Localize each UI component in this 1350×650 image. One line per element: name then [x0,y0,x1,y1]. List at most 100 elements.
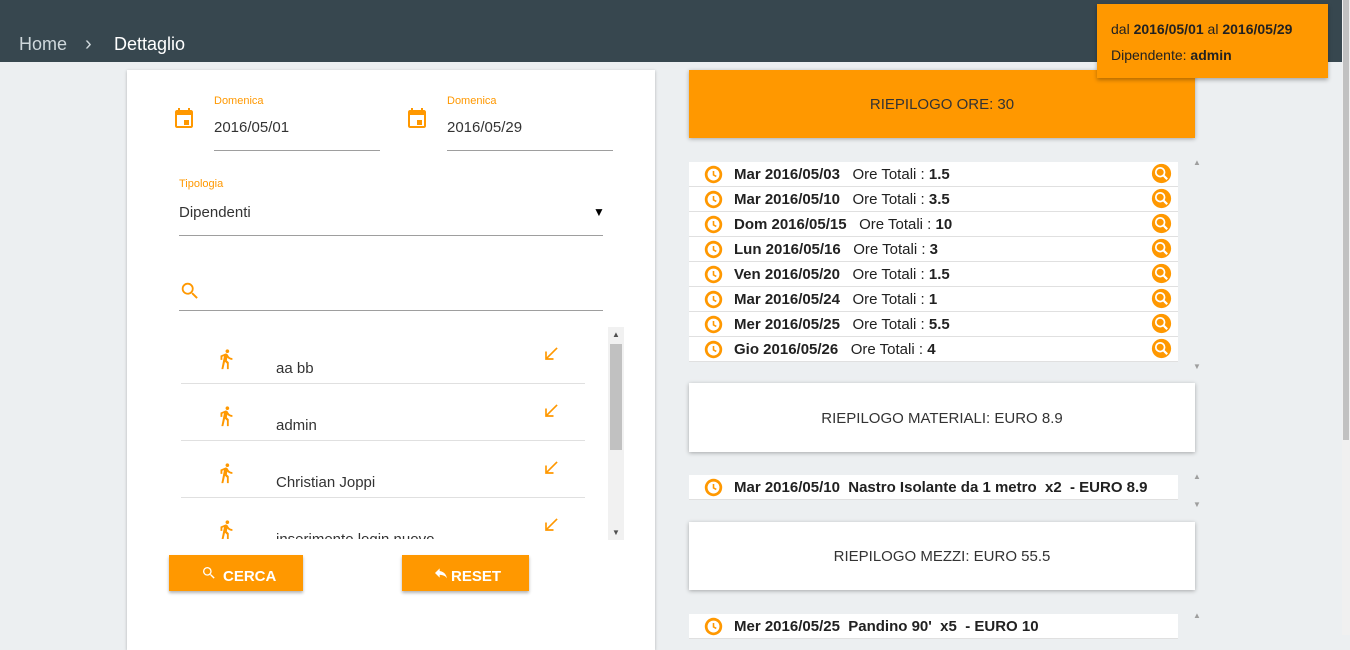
arrow-select-icon[interactable] [541,401,561,421]
search-button-label: CERCA [223,568,277,585]
dropdown-arrow-icon[interactable]: ▼ [593,205,605,219]
person-name: Christian Joppi [276,474,376,491]
vehicle-row[interactable]: Mer 2016/05/25 Pandino 90' x5 - EURO 10 [689,614,1178,639]
search-button[interactable]: CERCA [169,555,303,591]
scroll-up-icon[interactable]: ▲ [1193,472,1201,481]
end-date-value[interactable]: 2016/05/29 [447,119,522,136]
breadcrumb-current: Dettaglio [114,34,186,54]
employee-name: admin [1190,47,1232,63]
arrow-select-icon[interactable] [541,344,561,364]
zoom-in-icon[interactable] [1151,213,1172,234]
person-name: admin [276,417,317,434]
zoom-in-icon[interactable] [1151,338,1172,359]
hours-day: Mer 2016/05/25 [734,316,840,333]
hours-day: Mar 2016/05/03 [734,166,840,183]
clock-icon [704,165,723,184]
hours-day: Lun 2016/05/16 [734,241,841,258]
list-scrollbar[interactable]: ▲ ▼ [608,327,624,540]
zoom-in-icon[interactable] [1151,163,1172,184]
hours-summary-label: RIEPILOGO ORE: 30 [869,96,1015,113]
zoom-in-icon[interactable] [1151,238,1172,259]
reset-button[interactable]: RESET [402,555,529,591]
end-date-underline [447,150,613,151]
hours-day: Gio 2016/05/26 [734,341,839,358]
hours-value: 3 [929,241,939,258]
start-date-field[interactable]: Domenica 2016/05/01 [214,70,380,151]
clock-icon [704,240,723,259]
employee-line: Dipendente: admin [1111,47,1232,63]
zoom-in-icon[interactable] [1151,313,1172,334]
hours-label: Ore Totali : [853,241,930,258]
materials-summary-label: RIEPILOGO MATERIALI: EURO 8.9 [821,410,1063,427]
vehicle-text: Mer 2016/05/25 Pandino 90' x5 - EURO 10 [734,618,1039,635]
person-name: inserimento login nuovo [276,531,434,539]
to-date: 2016/05/29 [1222,21,1293,37]
to-prefix: al [1207,21,1219,37]
person-walking-icon [220,406,233,427]
tipologia-select[interactable]: Dipendenti [179,204,251,221]
search-icon [181,282,198,299]
hours-label: Ore Totali : [852,316,929,333]
hours-label: Ore Totali : [850,341,928,358]
scroll-up-icon[interactable]: ▲ [1193,611,1201,620]
breadcrumb-home[interactable]: Home [19,34,67,55]
material-row[interactable]: Mar 2016/05/10 Nastro Isolante da 1 metr… [689,475,1178,500]
list-item[interactable]: aa bb [181,326,585,384]
page-scrollbar[interactable] [1342,0,1350,635]
page-scrollbar-thumb[interactable] [1343,0,1349,440]
hours-value: 5.5 [928,316,950,333]
scroll-down-icon[interactable]: ▼ [1193,362,1201,371]
arrow-select-icon[interactable] [541,458,561,478]
vehicles-list: Mer 2016/05/25 Pandino 90' x5 - EURO 10 [689,614,1178,639]
hours-value: 10 [935,216,953,233]
calendar-icon[interactable] [405,107,429,131]
filter-panel: Domenica 2016/05/01 Domenica 2016/05/29 … [127,70,655,650]
hours-value: 1.5 [928,266,950,283]
tipologia-underline [179,235,603,236]
calendar-icon[interactable] [172,107,196,131]
hours-day: Ven 2016/05/20 [734,266,840,283]
hours-row[interactable]: Mer 2016/05/25 Ore Totali : 5.5 [689,312,1178,337]
hours-row[interactable]: Lun 2016/05/16 Ore Totali : 3 [689,237,1178,262]
hours-row[interactable]: Mar 2016/05/24 Ore Totali : 1 [689,287,1178,312]
start-date-value[interactable]: 2016/05/01 [214,119,289,136]
hours-row[interactable]: Gio 2016/05/26 Ore Totali : 4 [689,337,1178,362]
clock-icon [704,215,723,234]
chevron-right-icon: › [85,33,92,55]
list-scrollbar-thumb[interactable] [610,344,622,450]
list-item[interactable]: inserimento login nuovo [181,497,585,539]
employee-label: Dipendente: [1111,47,1187,63]
list-item[interactable]: Christian Joppi [181,440,585,498]
hours-row[interactable]: Mar 2016/05/03 Ore Totali : 1.5 [689,162,1178,187]
from-date: 2016/05/01 [1133,21,1204,37]
hours-day: Dom 2016/05/15 [734,216,847,233]
hours-label: Ore Totali : [852,191,929,208]
hours-row[interactable]: Ven 2016/05/20 Ore Totali : 1.5 [689,262,1178,287]
scroll-up-icon[interactable]: ▲ [612,330,620,339]
person-name: aa bb [276,360,314,377]
scroll-down-icon[interactable]: ▼ [612,528,620,537]
hours-row[interactable]: Mar 2016/05/10 Ore Totali : 3.5 [689,187,1178,212]
scroll-down-icon[interactable]: ▼ [1193,500,1201,509]
hours-label: Ore Totali : [852,291,929,308]
zoom-in-icon[interactable] [1151,288,1172,309]
reset-button-label: RESET [451,568,502,585]
zoom-in-icon[interactable] [1151,188,1172,209]
arrow-select-icon[interactable] [541,515,561,535]
hours-row[interactable]: Dom 2016/05/15 Ore Totali : 10 [689,212,1178,237]
hours-label: Ore Totali : [852,166,929,183]
period-line: dal 2016/05/01 al 2016/05/29 [1111,21,1292,37]
search-input[interactable] [179,310,603,311]
people-list: aa bb admin Christian Joppi inserimento … [181,326,624,539]
search-icon [203,567,215,579]
end-date-field[interactable]: Domenica 2016/05/29 [447,70,613,151]
clock-icon [704,265,723,284]
hours-value: 4 [927,341,936,358]
list-item[interactable]: admin [181,383,585,441]
hours-summary: RIEPILOGO ORE: 30 [689,70,1195,138]
hours-label: Ore Totali : [859,216,936,233]
end-date-label: Domenica [447,95,497,107]
zoom-in-icon[interactable] [1151,263,1172,284]
scroll-up-icon[interactable]: ▲ [1193,158,1201,167]
hours-value: 1 [928,291,938,308]
